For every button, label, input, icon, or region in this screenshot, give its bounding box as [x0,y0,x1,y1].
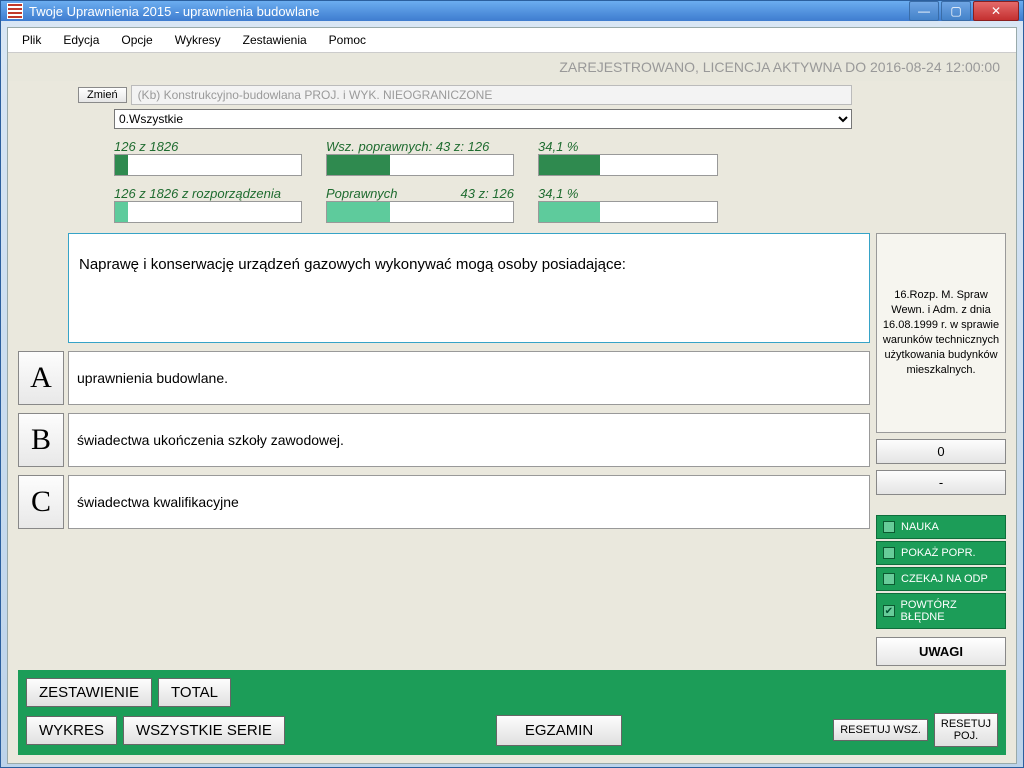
answer-c-button[interactable]: C [18,475,64,529]
score-value[interactable]: 0 [876,439,1006,464]
stat1-bot-bar [114,201,302,223]
stat2-top-bar [326,154,514,176]
category-row: Zmień (Kb) Konstrukcyjno-budowlana PROJ.… [78,85,852,105]
client-area: Plik Edycja Opcje Wykresy Zestawienia Po… [7,27,1017,764]
checkbox-checked-icon [883,605,895,617]
workarea: Zmień (Kb) Konstrukcyjno-budowlana PROJ.… [8,81,1016,763]
stat2-bot-label-right: 43 z: 126 [461,186,515,201]
answer-a-row: A uprawnienia budowlane. [18,351,870,405]
question-text: Naprawę i konserwację urządzeń gazowych … [68,233,870,343]
answer-a-text: uprawnienia budowlane. [68,351,870,405]
answer-c-row: C świadectwa kwalifikacyjne [18,475,870,529]
wykres-button[interactable]: WYKRES [26,716,117,745]
menu-edycja[interactable]: Edycja [53,30,109,50]
stat3-top-label: 34,1 % [538,139,718,154]
content-row: Naprawę i konserwację urządzeń gazowych … [18,233,1006,666]
bottom-bar: ZESTAWIENIE TOTAL WYKRES WSZYSTKIE SERIE… [18,670,1006,755]
reference-box: 16.Rozp. M. Spraw Wewn. i Adm. z dnia 16… [876,233,1006,433]
filter-row: 0.Wszystkie [114,109,852,129]
filter-select[interactable]: 0.Wszystkie [114,109,852,129]
total-button[interactable]: TOTAL [158,678,231,707]
reset-one-button[interactable]: RESETUJ POJ. [934,713,998,747]
answer-b-text: świadectwa ukończenia szkoły zawodowej. [68,413,870,467]
window-buttons: — ▢ ✕ [909,1,1019,21]
titlebar: Twoje Uprawnienia 2015 - uprawnienia bud… [1,1,1023,21]
stat3-bot-label: 34,1 % [538,186,718,201]
stat1-top-bar [114,154,302,176]
answer-a-button[interactable]: A [18,351,64,405]
stat2-top-label: Wsz. poprawnych: 43 z: 126 [326,139,514,154]
close-button[interactable]: ✕ [973,1,1019,21]
reference-text: 16.Rozp. M. Spraw Wewn. i Adm. z dnia 16… [881,288,1001,377]
window-title: Twoje Uprawnienia 2015 - uprawnienia bud… [29,4,909,19]
menubar: Plik Edycja Opcje Wykresy Zestawienia Po… [8,28,1016,53]
answer-b-button[interactable]: B [18,413,64,467]
mode-buttons: NAUKA POKAŻ POPR. CZEKAJ NA ODP POWTÓRZ … [876,515,1006,629]
uwagi-button[interactable]: UWAGI [876,637,1006,666]
category-readonly: (Kb) Konstrukcyjno-budowlana PROJ. i WYK… [131,85,852,105]
license-status: ZAREJESTROWANO, LICENCJA AKTYWNA DO 2016… [8,53,1016,81]
mode-powtorz[interactable]: POWTÓRZ BŁĘDNE [876,593,1006,629]
mode-czekaj[interactable]: CZEKAJ NA ODP [876,567,1006,591]
answer-b-row: B świadectwa ukończenia szkoły zawodowej… [18,413,870,467]
menu-wykresy[interactable]: Wykresy [165,30,231,50]
answer-c-text: świadectwa kwalifikacyjne [68,475,870,529]
stats-row: 126 z 1826 126 z 1826 z rozporządzenia W… [114,139,718,229]
score-dash[interactable]: - [876,470,1006,495]
mode-nauka[interactable]: NAUKA [876,515,1006,539]
minimize-button[interactable]: — [909,1,939,21]
menu-opcje[interactable]: Opcje [111,30,162,50]
app-window: Twoje Uprawnienia 2015 - uprawnienia bud… [0,0,1024,768]
stat1-top-label: 126 z 1826 [114,139,302,154]
stat2-bot-bar [326,201,514,223]
checkbox-icon [883,521,895,533]
checkbox-icon [883,547,895,559]
side-column: 16.Rozp. M. Spraw Wewn. i Adm. z dnia 16… [876,233,1006,666]
checkbox-icon [883,573,895,585]
menu-plik[interactable]: Plik [12,30,51,50]
egzamin-button[interactable]: EGZAMIN [496,715,622,746]
qa-column: Naprawę i konserwację urządzeń gazowych … [18,233,870,666]
stat3-bot-bar [538,201,718,223]
menu-pomoc[interactable]: Pomoc [319,30,376,50]
menu-zestawienia[interactable]: Zestawienia [233,30,317,50]
change-category-button[interactable]: Zmień [78,87,127,103]
maximize-button[interactable]: ▢ [941,1,971,21]
stat2-bot-label-left: Poprawnych [326,186,398,201]
reset-all-button[interactable]: RESETUJ WSZ. [833,719,928,741]
wszystkie-serie-button[interactable]: WSZYSTKIE SERIE [123,716,285,745]
mode-pokaz-popr[interactable]: POKAŻ POPR. [876,541,1006,565]
stat1-bot-label: 126 z 1826 z rozporządzenia [114,186,302,201]
stat3-top-bar [538,154,718,176]
zestawienie-button[interactable]: ZESTAWIENIE [26,678,152,707]
app-icon [7,3,23,19]
